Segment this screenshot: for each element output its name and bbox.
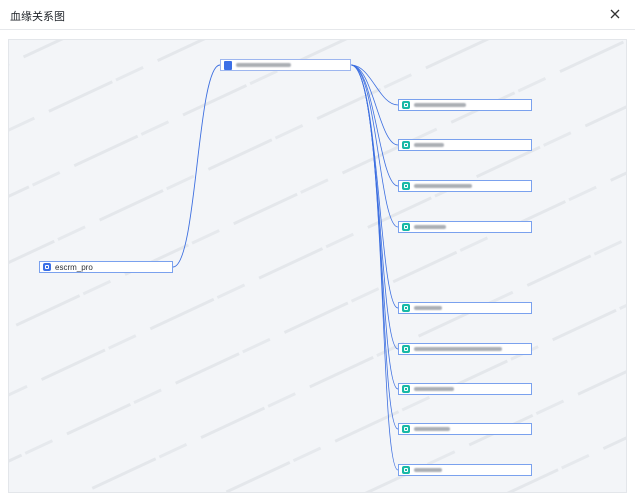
lineage-canvas[interactable]: escrm_pro xyxy=(8,39,627,493)
field-icon xyxy=(402,182,410,190)
field-node-label xyxy=(414,347,502,351)
field-node[interactable] xyxy=(398,343,532,355)
field-icon xyxy=(402,345,410,353)
close-icon xyxy=(610,9,620,19)
field-node[interactable] xyxy=(398,221,532,233)
field-node[interactable] xyxy=(398,383,532,395)
dialog-header: 血缘关系图 xyxy=(0,0,635,30)
table-node-label xyxy=(236,63,291,67)
field-icon xyxy=(402,141,410,149)
field-node-label xyxy=(414,427,450,431)
field-node-label xyxy=(414,103,466,107)
table-node[interactable] xyxy=(220,59,351,71)
field-node-label xyxy=(414,306,442,310)
source-node[interactable]: escrm_pro xyxy=(39,261,173,273)
edge-table-to-fields xyxy=(350,64,399,471)
field-node-label xyxy=(414,468,442,472)
field-node[interactable] xyxy=(398,180,532,192)
field-node[interactable] xyxy=(398,423,532,435)
table-icon xyxy=(224,60,232,70)
field-node[interactable] xyxy=(398,302,532,314)
edge-source-to-table xyxy=(172,64,221,268)
field-node-label xyxy=(414,387,454,391)
field-icon xyxy=(402,223,410,231)
dialog-title: 血缘关系图 xyxy=(10,11,65,23)
field-node-label xyxy=(414,225,446,229)
source-node-label: escrm_pro xyxy=(55,262,93,272)
field-icon xyxy=(402,425,410,433)
field-icon xyxy=(402,385,410,393)
database-icon xyxy=(43,263,51,271)
field-icon xyxy=(402,101,410,109)
field-node[interactable] xyxy=(398,139,532,151)
field-node[interactable] xyxy=(398,99,532,111)
field-node-label xyxy=(414,143,444,147)
field-node-label xyxy=(414,184,472,188)
field-icon xyxy=(402,304,410,312)
field-icon xyxy=(402,466,410,474)
close-button[interactable] xyxy=(607,6,623,22)
field-node[interactable] xyxy=(398,464,532,476)
